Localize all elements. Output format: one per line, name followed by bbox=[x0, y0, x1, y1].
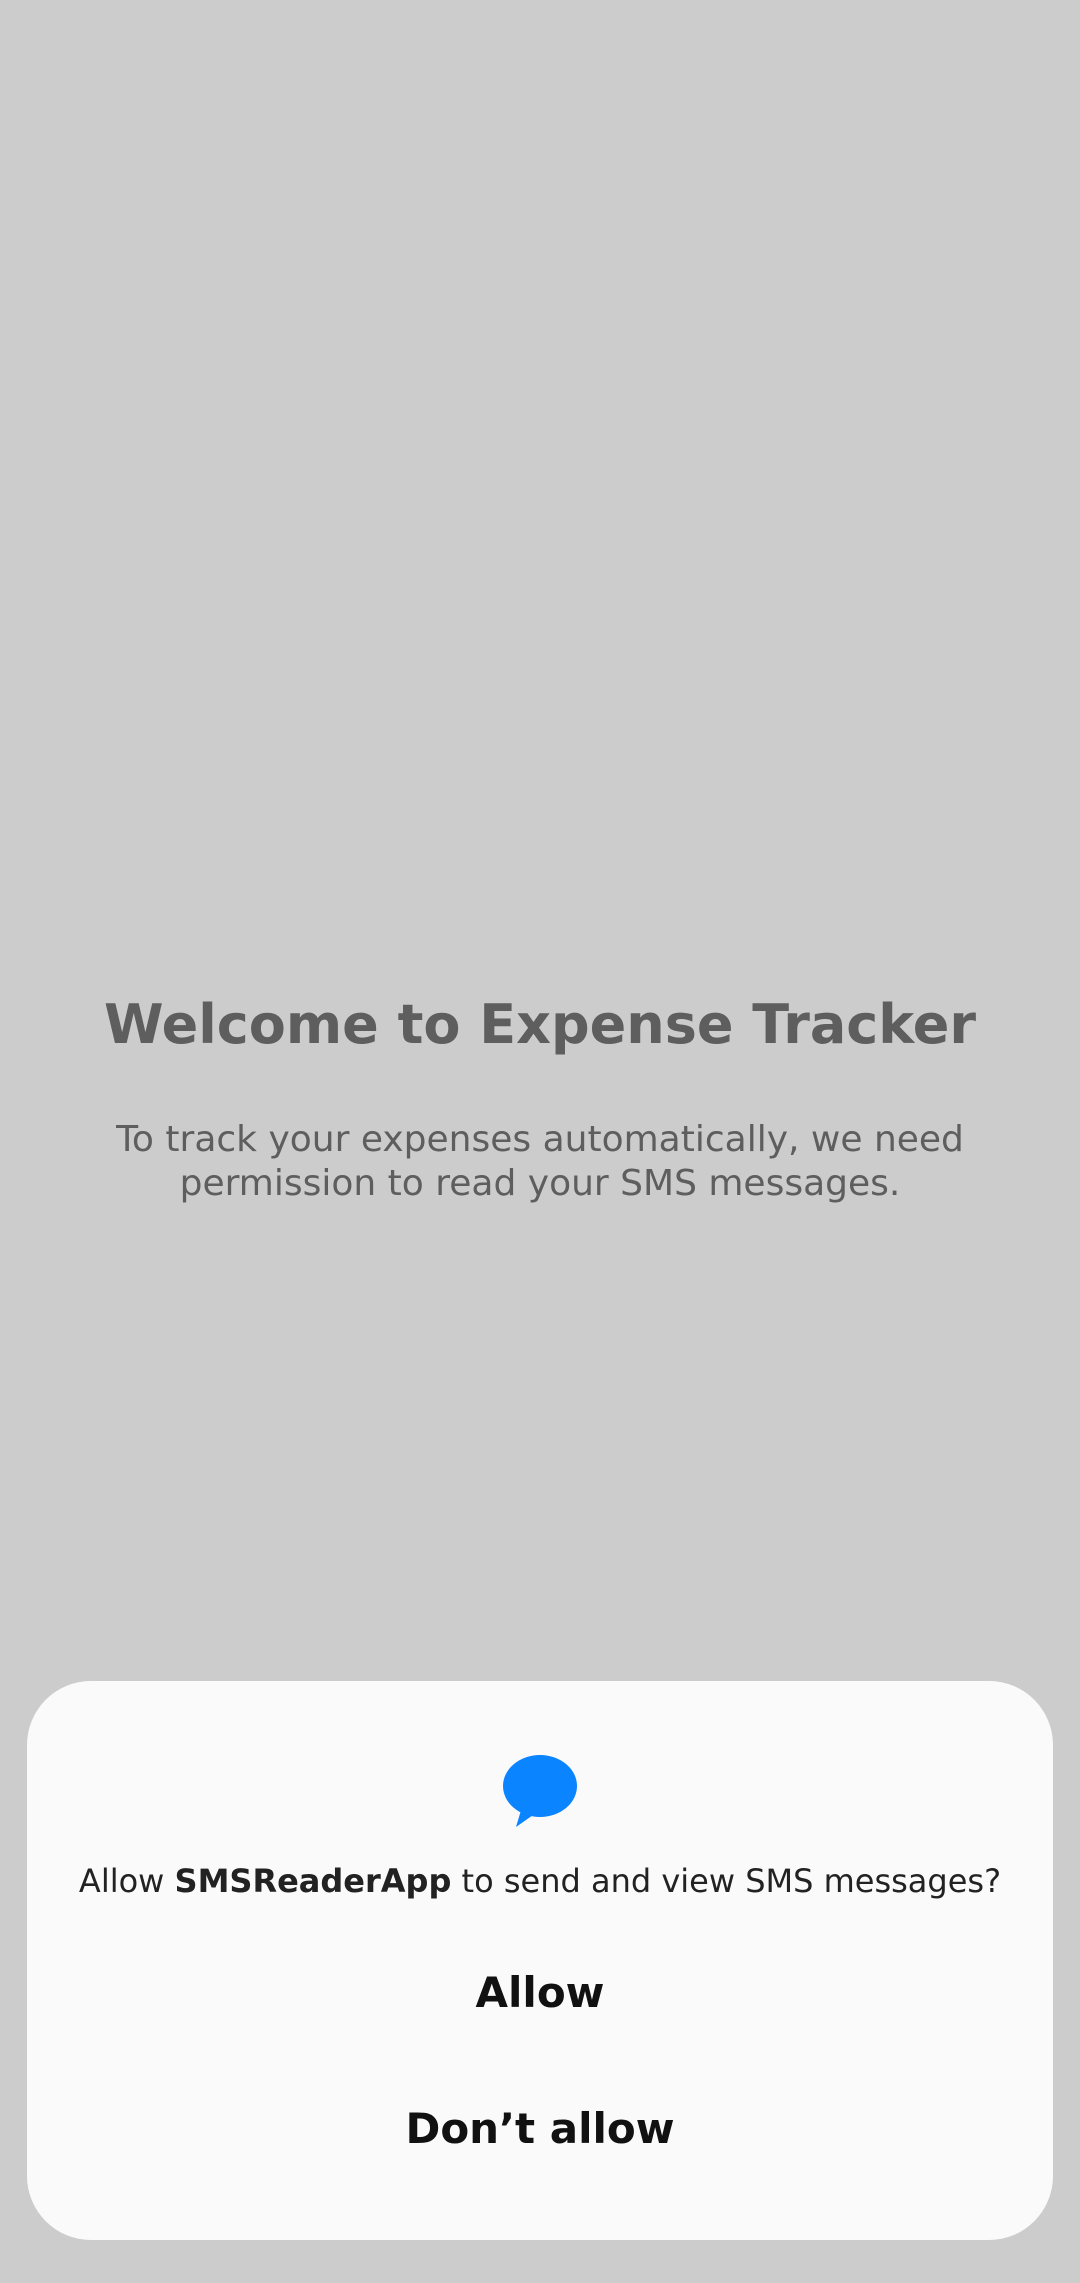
allow-button[interactable]: Allow bbox=[67, 1938, 1013, 2048]
message-prefix: Allow bbox=[78, 1862, 175, 1900]
sms-bubble-icon bbox=[503, 1755, 577, 1827]
permission-dialog: Allow SMSReaderApp to send and view SMS … bbox=[27, 1681, 1053, 2240]
dont-allow-button[interactable]: Don’t allow bbox=[67, 2074, 1013, 2184]
app-screen: Welcome to Expense Tracker To track your… bbox=[0, 0, 1080, 2283]
app-name: SMSReaderApp bbox=[174, 1862, 452, 1900]
welcome-description: To track your expenses automatically, we… bbox=[116, 1119, 964, 1204]
message-suffix: to send and view SMS messages? bbox=[451, 1862, 1002, 1900]
welcome-title: Welcome to Expense Tracker bbox=[104, 993, 976, 1056]
permission-message: Allow SMSReaderApp to send and view SMS … bbox=[27, 1859, 1053, 1903]
